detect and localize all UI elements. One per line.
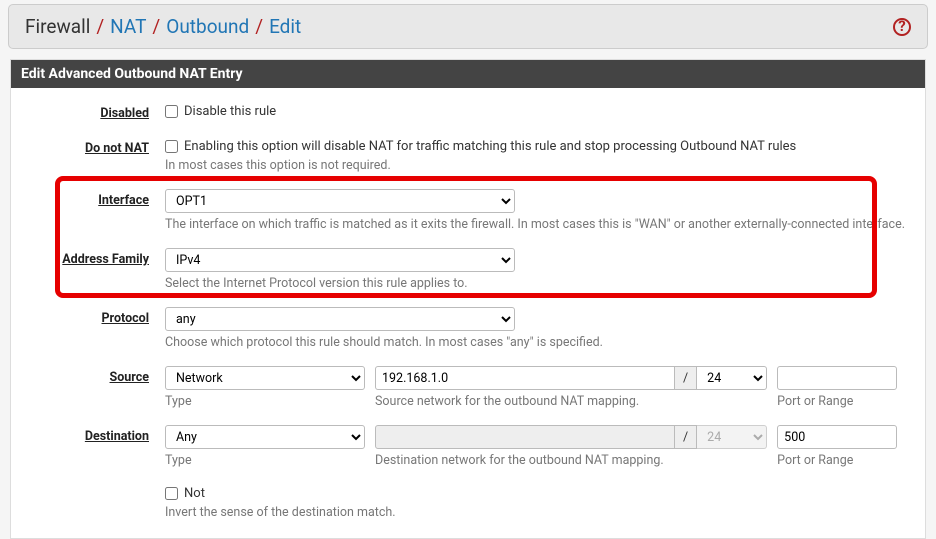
slash-icon: /: [675, 425, 697, 449]
help-destination-network: Destination network for the outbound NAT…: [375, 453, 767, 468]
label-protocol: Protocol: [25, 307, 165, 326]
checkbox-donotnat-input[interactable]: [165, 140, 178, 153]
breadcrumb-sep: /: [255, 15, 263, 38]
breadcrumb-outbound[interactable]: Outbound: [166, 15, 249, 38]
row-address-family: Address Family IPv4 Select the Internet …: [11, 242, 925, 297]
breadcrumb-sep: /: [152, 15, 160, 38]
breadcrumb: Firewall / NAT / Outbound / Edit: [25, 15, 301, 38]
panel-title: Edit Advanced Outbound NAT Entry: [11, 60, 925, 88]
slash-icon: /: [675, 366, 697, 390]
breadcrumb-edit[interactable]: Edit: [269, 15, 301, 38]
checkbox-donotnat[interactable]: Enabling this option will disable NAT fo…: [165, 137, 911, 154]
select-destination-type[interactable]: Any: [165, 425, 365, 449]
breadcrumb-sep: /: [96, 15, 104, 38]
row-donotnat: Do not NAT Enabling this option will dis…: [11, 131, 925, 179]
select-destination-prefix: 24: [697, 425, 767, 449]
select-address-family[interactable]: IPv4: [165, 248, 515, 272]
select-interface[interactable]: OPT1: [165, 189, 515, 213]
label-address-family: Address Family: [25, 248, 165, 267]
help-source-type: Type: [165, 394, 365, 409]
help-interface: The interface on which traffic is matche…: [165, 217, 911, 232]
help-address-family: Select the Internet Protocol version thi…: [165, 276, 911, 291]
help-destination-type: Type: [165, 453, 365, 468]
source-network-group: / 24: [375, 366, 767, 390]
select-source-type[interactable]: Network: [165, 366, 365, 390]
help-destination-port: Port or Range: [777, 453, 897, 468]
checkbox-disable-rule-input[interactable]: [165, 105, 178, 118]
row-not: Not Invert the sense of the destination …: [11, 478, 925, 526]
label-disabled: Disabled: [25, 102, 165, 121]
select-protocol[interactable]: any: [165, 307, 515, 331]
checkbox-not-input[interactable]: [165, 487, 178, 500]
label-source: Source: [25, 366, 165, 385]
breadcrumb-bar: Firewall / NAT / Outbound / Edit ?: [8, 4, 928, 49]
row-interface: Interface OPT1 The interface on which tr…: [11, 183, 925, 238]
select-source-prefix[interactable]: 24: [697, 366, 767, 390]
row-protocol: Protocol any Choose which protocol this …: [11, 301, 925, 356]
input-source-network[interactable]: [375, 366, 675, 390]
checkbox-disable-rule[interactable]: Disable this rule: [165, 102, 911, 119]
row-disabled: Disabled Disable this rule: [11, 96, 925, 127]
row-source: Source Network Type / 24: [11, 360, 925, 415]
panel-body: Disabled Disable this rule Do not NAT En…: [11, 88, 925, 538]
breadcrumb-firewall[interactable]: Firewall: [25, 15, 90, 38]
help-protocol: Choose which protocol this rule should m…: [165, 335, 911, 350]
checkbox-disable-rule-label: Disable this rule: [184, 104, 276, 119]
help-source-network: Source network for the outbound NAT mapp…: [375, 394, 767, 409]
breadcrumb-nat[interactable]: NAT: [110, 15, 146, 38]
panel-edit-nat: Edit Advanced Outbound NAT Entry Disable…: [10, 59, 926, 539]
help-icon[interactable]: ?: [893, 18, 911, 36]
destination-network-group: / 24: [375, 425, 767, 449]
row-destination: Destination Any Type / 24: [11, 419, 925, 474]
checkbox-donotnat-label: Enabling this option will disable NAT fo…: [184, 139, 796, 154]
label-destination: Destination: [25, 425, 165, 444]
label-donotnat: Do not NAT: [25, 137, 165, 156]
input-destination-network: [375, 425, 675, 449]
checkbox-not[interactable]: Not: [165, 484, 911, 501]
label-interface: Interface: [25, 189, 165, 208]
help-not: Invert the sense of the destination matc…: [165, 505, 911, 520]
help-source-port: Port or Range: [777, 394, 897, 409]
help-donotnat: In most cases this option is not require…: [165, 158, 911, 173]
checkbox-not-label: Not: [184, 486, 205, 501]
input-destination-port[interactable]: [777, 425, 897, 449]
input-source-port[interactable]: [777, 366, 897, 390]
label-not-empty: [25, 484, 165, 488]
